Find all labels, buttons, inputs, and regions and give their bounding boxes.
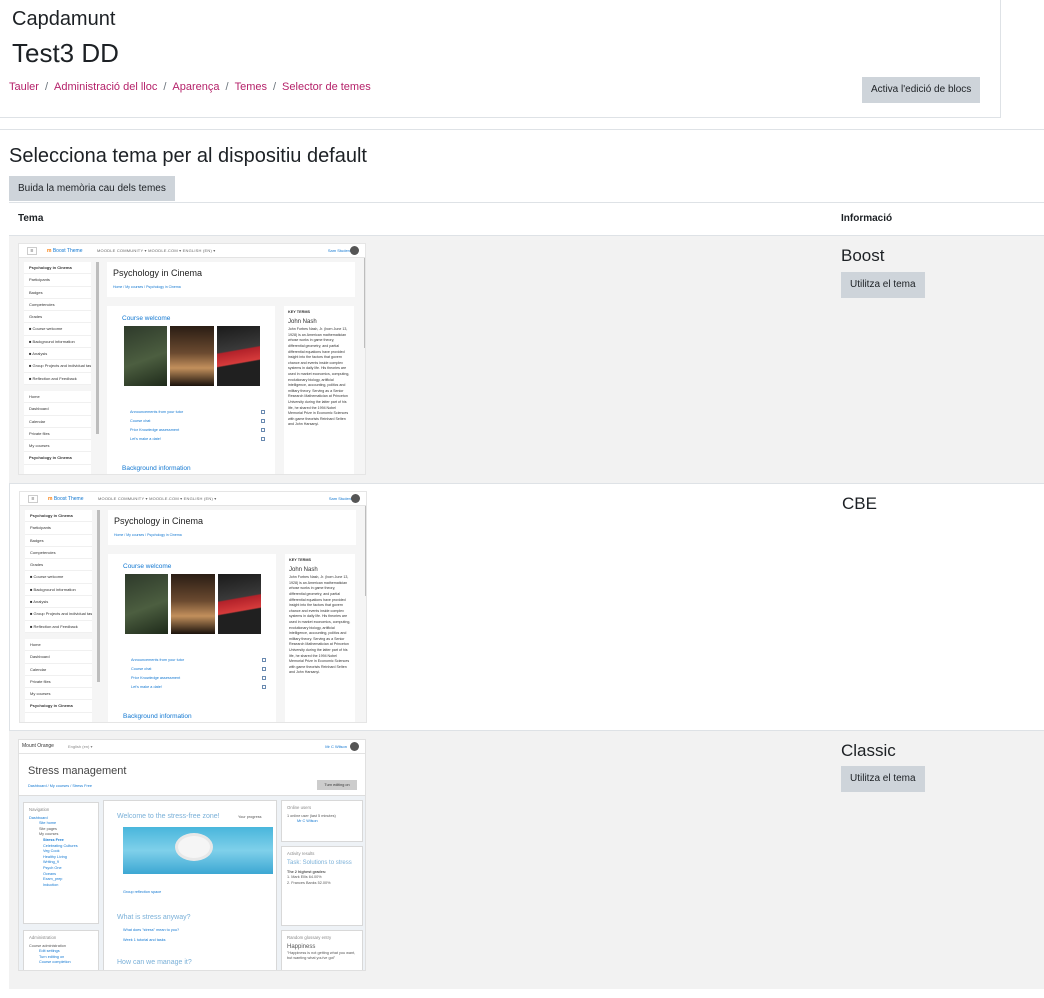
breadcrumb-separator: /	[163, 81, 167, 93]
theme-name-boost: Boost	[841, 246, 885, 265]
breadcrumb-theme-selector[interactable]: Selector de temes	[282, 81, 371, 93]
preview-brand: m Boost Theme	[47, 248, 83, 254]
breadcrumb: Tauler / Administració del lloc / Aparen…	[9, 81, 371, 93]
avatar	[350, 246, 359, 255]
preview-user: Sam Student	[328, 496, 352, 501]
hamburger-icon: ≡	[28, 495, 38, 503]
preview-key-terms: KEY TERMS John Nash John Forbes Nash, Jr…	[285, 554, 355, 722]
table-row-boost: ≡ m Boost Theme MOODLE COMMUNITY ▾ MOODL…	[9, 236, 1044, 483]
preview-posters	[125, 574, 261, 634]
preview-course-header: Psychology in Cinema Home / My courses /…	[107, 262, 355, 297]
boost-theme-screenshot: ≡ m Boost Theme MOODLE COMMUNITY ▾ MOODL…	[18, 243, 366, 475]
preview-key-terms: KEY TERMS John Nash John Forbes Nash, Jr…	[284, 306, 354, 474]
page-header: Capdamunt Test3 DD Tauler / Administraci…	[0, 0, 1001, 118]
use-theme-boost-button[interactable]: Utilitza el tema	[841, 272, 925, 298]
avatar	[350, 742, 359, 751]
theme-selector-heading: Selecciona tema per al dispositiu defaul…	[9, 145, 367, 167]
preview-menu: MOODLE COMMUNITY ▾ MOODLE.COM ▾ ENGLISH …	[98, 496, 217, 501]
preview-course-content: Welcome to the stress-free zone! Your pr…	[103, 800, 277, 970]
breadcrumb-themes[interactable]: Temes	[235, 81, 267, 93]
divider	[0, 129, 1044, 130]
preview-navbar: ≡ m Boost Theme MOODLE COMMUNITY ▾ MOODL…	[20, 492, 366, 506]
preview-posters	[124, 326, 260, 386]
use-theme-classic-button[interactable]: Utilitza el tema	[841, 766, 925, 792]
avatar	[351, 494, 360, 503]
edit-blocks-button[interactable]: Activa l'edició de blocs	[862, 77, 981, 103]
preview-course-content: Course welcome Announcements from your t…	[107, 306, 275, 474]
preview-navbar: Mount Orange English (en) ▾ Mr C Wilson	[19, 740, 365, 754]
breadcrumb-separator: /	[44, 81, 49, 93]
preview-navbar: ≡ m Boost Theme MOODLE COMMUNITY ▾ MOODL…	[19, 244, 365, 258]
breadcrumb-separator: /	[225, 81, 229, 93]
preview-page-header: Stress management Dashboard / My courses…	[19, 754, 365, 796]
breadcrumb-tauler[interactable]: Tauler	[9, 81, 39, 93]
table-row-cbe: ≡ m Boost Theme MOODLE COMMUNITY ▾ MOODL…	[9, 483, 1044, 731]
preview-administration-block: Administration Course administration Edi…	[23, 930, 99, 970]
site-name: Capdamunt	[12, 8, 116, 30]
preview-glossary-block: Random glossary entry Happiness "Happine…	[281, 930, 363, 970]
column-header-theme: Tema	[18, 213, 44, 224]
preview-user: Sam Student	[327, 248, 351, 253]
preview-menu: MOODLE COMMUNITY ▾ MOODLE.COM ▾ ENGLISH …	[97, 248, 216, 253]
preview-drawer: Psychology in Cinema Participants Badges…	[24, 262, 91, 474]
preview-scrollbar	[97, 510, 100, 682]
preview-course-content: Course welcome Announcements from your t…	[108, 554, 276, 722]
preview-online-users-block: Online users 1 online user (last 5 minut…	[281, 800, 363, 842]
preview-brand: m Boost Theme	[48, 496, 84, 502]
preview-course-header: Psychology in Cinema Home / My courses /…	[108, 510, 356, 545]
theme-name-cbe: CBE	[842, 494, 877, 513]
preview-scrollbar	[96, 262, 99, 434]
preview-scrollbar	[364, 258, 365, 348]
preview-scrollbar	[365, 506, 366, 596]
hamburger-icon: ≡	[27, 247, 37, 255]
preview-drawer: Psychology in Cinema Participants Badges…	[25, 510, 92, 722]
preview-activity-results-block: Activity results Task: Solutions to stre…	[281, 846, 363, 926]
table-row-classic: Mount Orange English (en) ▾ Mr C Wilson …	[9, 731, 1044, 989]
breadcrumb-site-admin[interactable]: Administració del lloc	[54, 81, 157, 93]
breadcrumb-appearance[interactable]: Aparença	[172, 81, 219, 93]
clear-theme-cache-button[interactable]: Buida la memòria cau dels temes	[9, 176, 175, 201]
preview-navigation-block: Navigation Dashboard Site home Site page…	[23, 802, 99, 924]
theme-name-classic: Classic	[841, 741, 896, 760]
column-header-info: Informació	[841, 213, 893, 224]
themes-table-header: Tema Informació	[9, 202, 1044, 236]
classic-theme-screenshot: Mount Orange English (en) ▾ Mr C Wilson …	[18, 739, 366, 971]
preview-pool-image	[123, 827, 273, 874]
page-title: Test3 DD	[12, 38, 119, 68]
breadcrumb-separator: /	[272, 81, 277, 93]
cbe-theme-screenshot: ≡ m Boost Theme MOODLE COMMUNITY ▾ MOODL…	[19, 491, 367, 723]
